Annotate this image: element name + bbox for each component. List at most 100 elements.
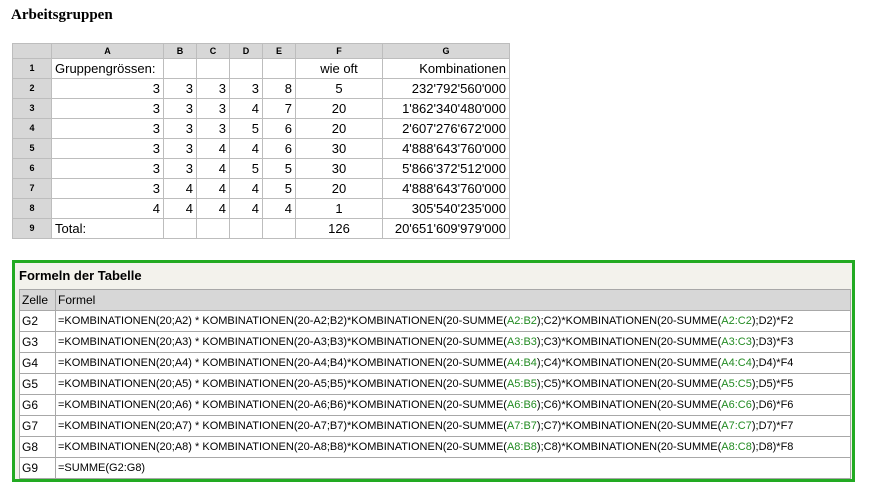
- cell-a[interactable]: 3: [51, 178, 164, 199]
- cell-e[interactable]: [262, 218, 296, 239]
- cell-e[interactable]: 4: [262, 198, 296, 219]
- cell-f[interactable]: 1: [295, 198, 383, 219]
- cell-c[interactable]: 4: [196, 158, 230, 179]
- sheet-row: 3 3 3 3 4 7 20 1'862'340'480'000: [12, 98, 510, 119]
- cell-e[interactable]: [262, 58, 296, 79]
- cell-b[interactable]: 3: [163, 78, 197, 99]
- cell-e[interactable]: 7: [262, 98, 296, 119]
- cell-g[interactable]: 20'651'609'979'000: [382, 218, 510, 239]
- cell-d[interactable]: 4: [229, 138, 263, 159]
- cell-c[interactable]: 3: [196, 78, 230, 99]
- cell-e[interactable]: 6: [262, 118, 296, 139]
- cell-f[interactable]: wie oft: [295, 58, 383, 79]
- cell-e[interactable]: 5: [262, 158, 296, 179]
- range-reference: A4:B4: [506, 357, 537, 369]
- cell-a[interactable]: Total:: [51, 218, 164, 239]
- cell-a[interactable]: 4: [51, 198, 164, 219]
- cell-a[interactable]: Gruppengrössen:: [51, 58, 164, 79]
- range-reference: A5:C5: [721, 378, 752, 390]
- sheet-row: 6 3 3 4 5 5 30 5'866'372'512'000: [12, 158, 510, 179]
- row-header: 3: [12, 98, 52, 119]
- column-header: D: [229, 43, 263, 59]
- formula-row: G7 =KOMBINATIONEN(20;A7) * KOMBINATIONEN(…: [19, 415, 851, 437]
- formula-cell-ref: G7: [19, 415, 56, 437]
- formula-part: );D8)*F8: [751, 441, 794, 453]
- cell-e[interactable]: 6: [262, 138, 296, 159]
- cell-c[interactable]: 4: [196, 198, 230, 219]
- sheet-row: 5 3 3 4 4 6 30 4'888'643'760'000: [12, 138, 510, 159]
- cell-a[interactable]: 3: [51, 158, 164, 179]
- cell-g[interactable]: 4'888'643'760'000: [382, 178, 510, 199]
- sheet-row: 4 3 3 3 5 6 20 2'607'276'672'000: [12, 118, 510, 139]
- cell-d[interactable]: 5: [229, 158, 263, 179]
- cell-f[interactable]: 20: [295, 178, 383, 199]
- formula-part: );D7)*F7: [751, 420, 794, 432]
- sheet-row: 9 Total: 126 20'651'609'979'000: [12, 218, 510, 239]
- column-header: B: [163, 43, 197, 59]
- cell-e[interactable]: 5: [262, 178, 296, 199]
- corner-cell: [12, 43, 52, 59]
- cell-d[interactable]: [229, 218, 263, 239]
- cell-g[interactable]: 305'540'235'000: [382, 198, 510, 219]
- formula-text: =KOMBINATIONEN(20;A6) * KOMBINATIONEN(20…: [55, 394, 851, 416]
- cell-d[interactable]: 4: [229, 178, 263, 199]
- column-header: F: [295, 43, 383, 59]
- cell-f[interactable]: 5: [295, 78, 383, 99]
- formula-part: );C3)*KOMBINATIONEN(20-SUMME(: [536, 336, 722, 348]
- column-header: A: [51, 43, 164, 59]
- cell-b[interactable]: 3: [163, 158, 197, 179]
- cell-b[interactable]: [163, 218, 197, 239]
- cell-a[interactable]: 3: [51, 78, 164, 99]
- formula-part: =KOMBINATIONEN(20;A6) * KOMBINATIONEN(20…: [58, 399, 507, 411]
- cell-g[interactable]: 1'862'340'480'000: [382, 98, 510, 119]
- cell-b[interactable]: 4: [163, 198, 197, 219]
- cell-a[interactable]: 3: [51, 98, 164, 119]
- cell-g[interactable]: 5'866'372'512'000: [382, 158, 510, 179]
- cell-g[interactable]: 4'888'643'760'000: [382, 138, 510, 159]
- formula-text: =SUMME(G2:G8): [55, 457, 851, 479]
- cell-b[interactable]: 3: [163, 98, 197, 119]
- formula-panel-title: Formeln der Tabelle: [19, 268, 142, 283]
- cell-f[interactable]: 30: [295, 138, 383, 159]
- cell-f[interactable]: 126: [295, 218, 383, 239]
- cell-d[interactable]: 4: [229, 198, 263, 219]
- cell-g[interactable]: 2'607'276'672'000: [382, 118, 510, 139]
- cell-g[interactable]: 232'792'560'000: [382, 78, 510, 99]
- cell-b[interactable]: 4: [163, 178, 197, 199]
- cell-b[interactable]: [163, 58, 197, 79]
- formula-column-header: Formel: [55, 289, 851, 311]
- cell-c[interactable]: 3: [196, 98, 230, 119]
- row-header: 6: [12, 158, 52, 179]
- cell-b[interactable]: 3: [163, 138, 197, 159]
- cell-c[interactable]: 4: [196, 138, 230, 159]
- range-reference: A7:C7: [721, 420, 752, 432]
- formula-part: );C5)*KOMBINATIONEN(20-SUMME(: [536, 378, 722, 390]
- formula-part: );C4)*KOMBINATIONEN(20-SUMME(: [536, 357, 722, 369]
- cell-c[interactable]: 4: [196, 178, 230, 199]
- cell-f[interactable]: 20: [295, 98, 383, 119]
- formula-part: =KOMBINATIONEN(20;A7) * KOMBINATIONEN(20…: [58, 420, 507, 432]
- formula-text: =KOMBINATIONEN(20;A7) * KOMBINATIONEN(20…: [55, 415, 851, 437]
- cell-d[interactable]: 3: [229, 78, 263, 99]
- cell-g[interactable]: Kombinationen: [382, 58, 510, 79]
- formula-text: =KOMBINATIONEN(20;A2) * KOMBINATIONEN(20…: [55, 310, 851, 332]
- row-header: 1: [12, 58, 52, 79]
- formula-cell-ref: G6: [19, 394, 56, 416]
- cell-d[interactable]: 4: [229, 98, 263, 119]
- cell-d[interactable]: [229, 58, 263, 79]
- cell-f[interactable]: 30: [295, 158, 383, 179]
- cell-c[interactable]: 3: [196, 118, 230, 139]
- cell-c[interactable]: [196, 218, 230, 239]
- page-title: Arbeitsgruppen: [11, 7, 113, 23]
- cell-c[interactable]: [196, 58, 230, 79]
- cell-a[interactable]: 3: [51, 118, 164, 139]
- range-reference: A6:B6: [506, 399, 537, 411]
- cell-a[interactable]: 3: [51, 138, 164, 159]
- cell-f[interactable]: 20: [295, 118, 383, 139]
- cell-b[interactable]: 3: [163, 118, 197, 139]
- cell-d[interactable]: 5: [229, 118, 263, 139]
- cell-e[interactable]: 8: [262, 78, 296, 99]
- sheet-row: 7 3 4 4 4 5 20 4'888'643'760'000: [12, 178, 510, 199]
- range-reference: A2:B2: [506, 315, 537, 327]
- formula-part: =KOMBINATIONEN(20;A5) * KOMBINATIONEN(20…: [58, 378, 507, 390]
